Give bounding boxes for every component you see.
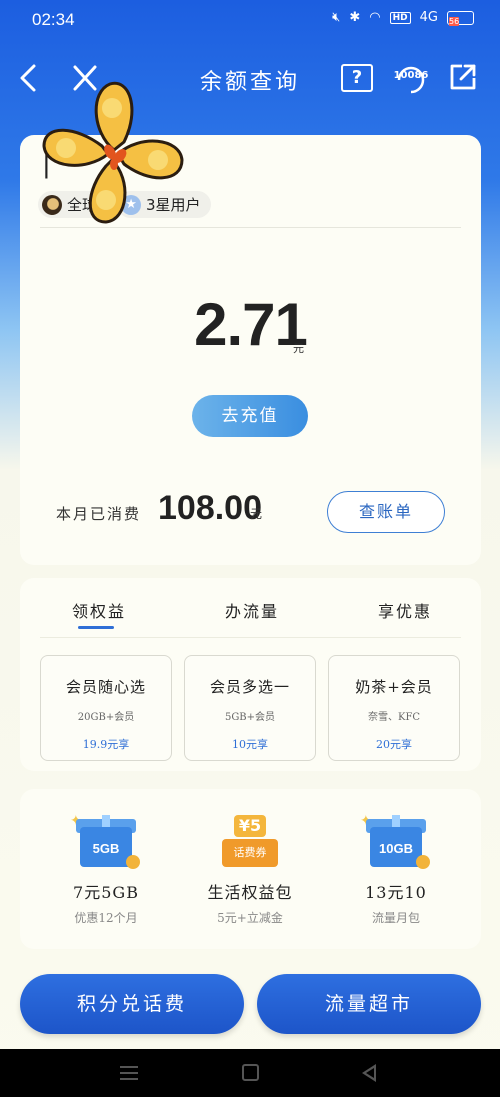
offer-card[interactable]: 奶茶+会员 奈雪、KFC 20元享: [328, 655, 460, 761]
view-bill-button[interactable]: 查账单: [327, 491, 445, 533]
hd-icon: HD: [389, 11, 411, 24]
gift-box-icon: ✦ 5GB: [70, 813, 140, 869]
coupon-icon: ¥5 话费券: [220, 815, 280, 869]
status-icons: 🔇︎ ✱ ◠ HD 4G 56: [332, 10, 474, 26]
offer-price: 20元享: [376, 738, 412, 751]
product-name: 7元5GB: [73, 883, 139, 902]
monthly-spent-amount: 108.00: [158, 489, 262, 527]
flower-sticker-icon: [32, 72, 197, 237]
products-card: ✦ 5GB 7元5GB 优惠12个月 ¥5 话费券 生活权益包 5元+立减金 ✦…: [20, 789, 481, 949]
offer-desc: 5GB+会员: [224, 712, 276, 723]
battery-icon: 56: [447, 10, 474, 26]
status-bar: 02:34 🔇︎ ✱ ◠ HD 4G 56: [0, 0, 500, 42]
customer-service-icon[interactable]: 10086: [392, 60, 430, 96]
points-exchange-button[interactable]: 积分兑话费: [20, 974, 244, 1034]
product-badge: ¥5: [234, 815, 266, 837]
product-item[interactable]: ✦ 10GB 13元10 流量月包: [326, 813, 466, 926]
product-item[interactable]: ¥5 话费券 生活权益包 5元+立减金: [180, 815, 320, 926]
offer-card[interactable]: 会员随心选 20GB+会员 19.9元享: [40, 655, 172, 761]
tab-traffic[interactable]: 办流量: [225, 598, 279, 622]
monthly-spent-label: 本月已消费: [56, 505, 142, 523]
gift-box-icon: ✦ 10GB: [360, 813, 430, 869]
product-desc: 优惠12个月: [74, 911, 138, 925]
product-badge: 5GB: [80, 827, 132, 867]
battery-level: 56: [449, 16, 460, 26]
status-time: 02:34: [32, 10, 75, 29]
offer-title: 会员多选一: [209, 678, 290, 696]
product-item[interactable]: ✦ 5GB 7元5GB 优惠12个月: [36, 813, 176, 926]
monthly-spent-unit: 元: [250, 507, 263, 521]
active-tab-indicator: [78, 626, 114, 629]
tab-benefits[interactable]: 领权益: [72, 598, 126, 622]
product-desc: 5元+立减金: [217, 911, 283, 925]
offer-price: 10元享: [232, 738, 268, 751]
recharge-button[interactable]: 去充值: [192, 395, 308, 437]
offer-desc: 奈雪、KFC: [367, 712, 421, 723]
coupon-label: 话费券: [222, 839, 278, 867]
product-desc: 流量月包: [371, 911, 420, 925]
offer-desc: 20GB+会员: [77, 712, 135, 723]
product-name: 生活权益包: [207, 883, 293, 902]
home-icon[interactable]: [242, 1064, 259, 1081]
signal-icon: 4G: [419, 10, 438, 25]
bluetooth-icon: ✱: [349, 10, 361, 25]
tab-discounts[interactable]: 享优惠: [378, 598, 432, 622]
offer-title: 奶茶+会员: [355, 678, 433, 696]
offer-price: 19.9元享: [82, 738, 130, 751]
recents-icon[interactable]: [120, 1066, 138, 1080]
mute-icon: 🔇︎: [332, 10, 341, 25]
product-badge: 10GB: [370, 827, 422, 867]
balance-amount: 2.71: [194, 291, 308, 358]
service-number: 10086: [393, 70, 429, 81]
balance-unit: 元: [293, 342, 304, 355]
help-icon[interactable]: ?: [341, 64, 373, 92]
share-icon[interactable]: [448, 62, 478, 92]
wifi-icon: ◠: [369, 10, 381, 25]
offer-title: 会员随心选: [65, 678, 146, 696]
divider: [40, 637, 461, 638]
system-nav-bar: [0, 1049, 500, 1097]
product-name: 13元10: [365, 883, 427, 902]
offer-card[interactable]: 会员多选一 5GB+会员 10元享: [184, 655, 316, 761]
traffic-market-button[interactable]: 流量超市: [257, 974, 481, 1034]
benefits-card: 领权益 办流量 享优惠 会员随心选 20GB+会员 19.9元享 会员多选一 5…: [20, 578, 481, 771]
